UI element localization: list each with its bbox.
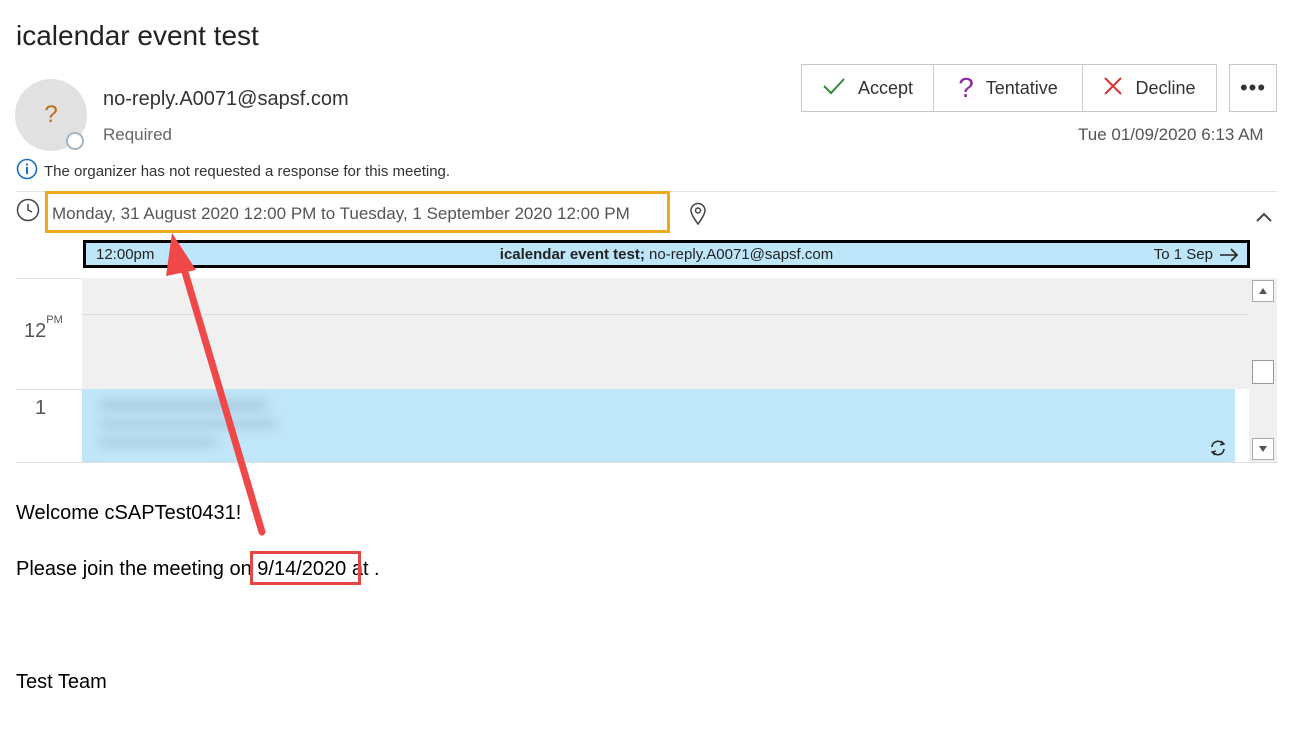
response-toolbar: Accept ? Tentative Decline [801,64,1217,112]
blurred-text [98,437,218,447]
sender-email[interactable]: no-reply.A0071@sapsf.com [103,88,349,111]
hour-number: 12 [24,320,47,342]
calendar-scrollbar[interactable] [1249,278,1277,462]
event-title: icalendar event test; [499,246,645,263]
hour-divider [16,278,82,279]
x-icon [1103,76,1123,101]
response-info: The organizer has not requested a respon… [16,158,450,184]
event-organizer: no-reply.A0071@sapsf.com [644,246,834,263]
hour-suffix: PM [46,314,63,327]
blurred-text [98,399,268,411]
location-pin-icon[interactable] [689,202,707,231]
signature-text: Test Team [16,671,107,693]
scroll-up-button[interactable] [1252,280,1274,302]
join-prefix: Please join the meeting on [16,558,258,580]
calendar-event-bar[interactable]: 12:00pm icalendar event test; no-reply.A… [83,240,1250,268]
decline-button[interactable]: Decline [1083,64,1217,112]
scroll-thumb[interactable] [1252,360,1274,384]
decline-label: Decline [1135,77,1196,98]
calendar-bottom-divider [16,462,1277,463]
event-end-link[interactable]: To 1 Sep [1154,246,1239,263]
event-end-label: To 1 Sep [1153,246,1213,263]
accept-label: Accept [857,77,914,98]
accept-button[interactable]: Accept [801,64,934,112]
triangle-up-icon [1259,288,1267,294]
triangle-down-icon [1259,446,1267,452]
hour-label-12: 12PM [24,314,63,343]
attendance-label: Required [103,125,172,144]
event-summary: icalendar event test; no-reply.A0071@sap… [86,246,1247,263]
greeting-text: Welcome cSAPTest0431! [16,502,242,524]
calendar-preview-grid [82,278,1249,389]
arrow-right-icon [1220,247,1239,262]
annotation-date-box [250,551,361,585]
presence-status-icon [66,132,84,150]
question-mark-icon: ? [958,72,974,103]
hour-divider [16,389,82,390]
tentative-label: Tentative [985,77,1058,98]
checkmark-icon [822,76,846,101]
clock-icon [16,198,40,222]
blurred-appointment[interactable] [82,389,1235,462]
more-options-button[interactable]: ••• [1229,64,1277,112]
blurred-text [98,419,278,429]
received-date: Tue 01/09/2020 6:13 AM [1078,125,1264,144]
hour-label-1: 1 [35,397,47,419]
chevron-up-icon[interactable] [1255,210,1273,228]
scroll-down-button[interactable] [1252,438,1274,460]
half-hour-line [82,314,1249,315]
message-subject: icalendar event test [16,20,259,51]
info-icon [16,158,38,184]
annotation-highlight-box [45,191,670,233]
info-message: The organizer has not requested a respon… [44,162,451,180]
recurrence-icon [1209,439,1227,462]
tentative-button[interactable]: ? Tentative [934,64,1083,112]
